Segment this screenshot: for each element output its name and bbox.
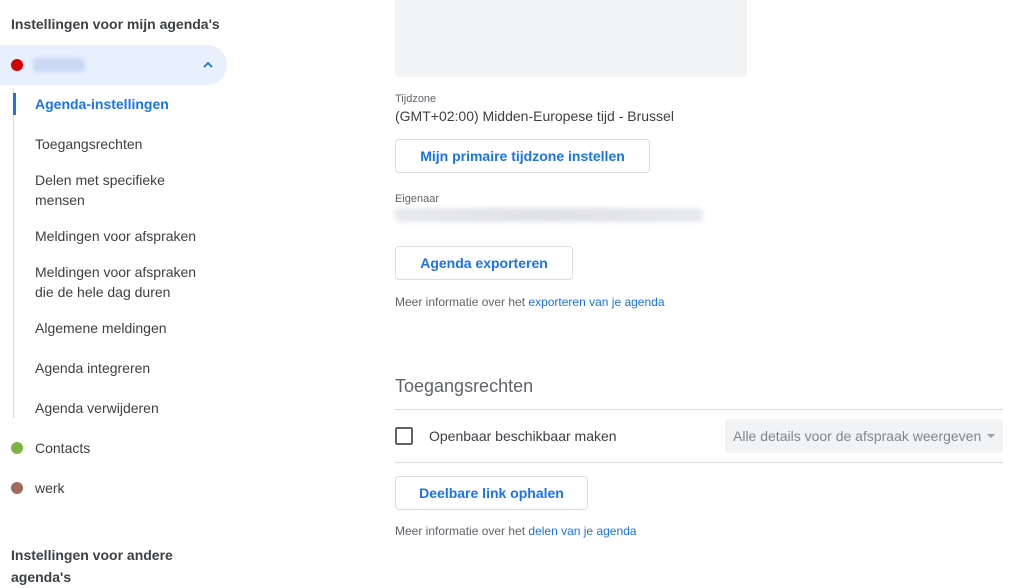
get-shareable-link-button[interactable]: Deelbare link ophalen xyxy=(395,476,588,510)
my-calendars-heading: Instellingen voor mijn agenda's xyxy=(11,16,220,32)
calendar-item-werk[interactable]: werk xyxy=(0,468,227,508)
public-checkbox-label: Openbaar beschikbaar maken xyxy=(429,428,617,444)
export-info-prefix: Meer informatie over het xyxy=(395,295,529,309)
subnav-share-with-people[interactable]: Delen met specifieke mensen xyxy=(35,170,215,210)
dropdown-arrow-icon xyxy=(987,434,995,438)
settings-main: Tijdzone (GMT+02:00) Midden-Europese tij… xyxy=(395,0,1003,570)
row-divider xyxy=(395,462,1003,463)
active-indicator xyxy=(13,93,16,115)
export-calendar-button[interactable]: Agenda exporteren xyxy=(395,246,573,280)
timezone-value: (GMT+02:00) Midden-Europese tijd - Bruss… xyxy=(395,108,674,124)
owner-email-redacted xyxy=(395,208,703,222)
set-primary-timezone-button[interactable]: Mijn primaire tijdzone instellen xyxy=(395,139,650,173)
calendar-preview-placeholder xyxy=(395,0,747,77)
export-info-text: Meer informatie over het exporteren van … xyxy=(395,295,665,309)
calendar-item-primary[interactable] xyxy=(0,45,227,85)
share-info-text: Meer informatie over het delen van je ag… xyxy=(395,524,636,538)
subnav-general-notifications[interactable]: Algemene meldingen xyxy=(35,318,215,338)
calendar-color-dot xyxy=(11,482,23,494)
subnav-calendar-settings[interactable]: Agenda-instellingen xyxy=(35,94,215,114)
calendar-color-dot xyxy=(11,442,23,454)
owner-label: Eigenaar xyxy=(395,193,440,205)
calendar-settings-subnav: Agenda-instellingen Toegangsrechten Dele… xyxy=(13,88,234,418)
subnav-remove-calendar[interactable]: Agenda verwijderen xyxy=(35,398,215,418)
section-divider xyxy=(395,409,1003,410)
timezone-label: Tijdzone xyxy=(395,93,437,105)
chevron-up-icon[interactable] xyxy=(201,58,215,72)
subnav-all-day-notifications[interactable]: Meldingen voor afspraken die de hele dag… xyxy=(35,262,215,302)
subnav-event-notifications[interactable]: Meldingen voor afspraken xyxy=(35,226,215,246)
other-calendars-heading: Instellingen voor andere agenda's xyxy=(11,547,173,585)
calendar-item-contacts[interactable]: Contacts xyxy=(0,428,227,468)
calendar-name: werk xyxy=(35,480,65,496)
subnav-access-permissions[interactable]: Toegangsrechten xyxy=(35,134,215,154)
calendar-name: Contacts xyxy=(35,440,91,456)
details-visibility-select[interactable]: Alle details voor de afspraak weergeven xyxy=(725,419,1003,453)
access-section-title: Toegangsrechten xyxy=(395,376,534,396)
public-checkbox[interactable] xyxy=(395,427,413,445)
details-select-value: Alle details voor de afspraak weergeven xyxy=(733,428,982,444)
export-info-link[interactable]: exporteren van je agenda xyxy=(528,295,664,309)
settings-sidebar: Instellingen voor mijn agenda's Agenda-i… xyxy=(0,0,240,585)
calendar-color-dot xyxy=(11,59,23,71)
share-info-link[interactable]: delen van je agenda xyxy=(528,524,636,538)
calendar-name-redacted xyxy=(33,58,85,72)
share-info-prefix: Meer informatie over het xyxy=(395,524,529,538)
subnav-integrate-calendar[interactable]: Agenda integreren xyxy=(35,358,215,378)
